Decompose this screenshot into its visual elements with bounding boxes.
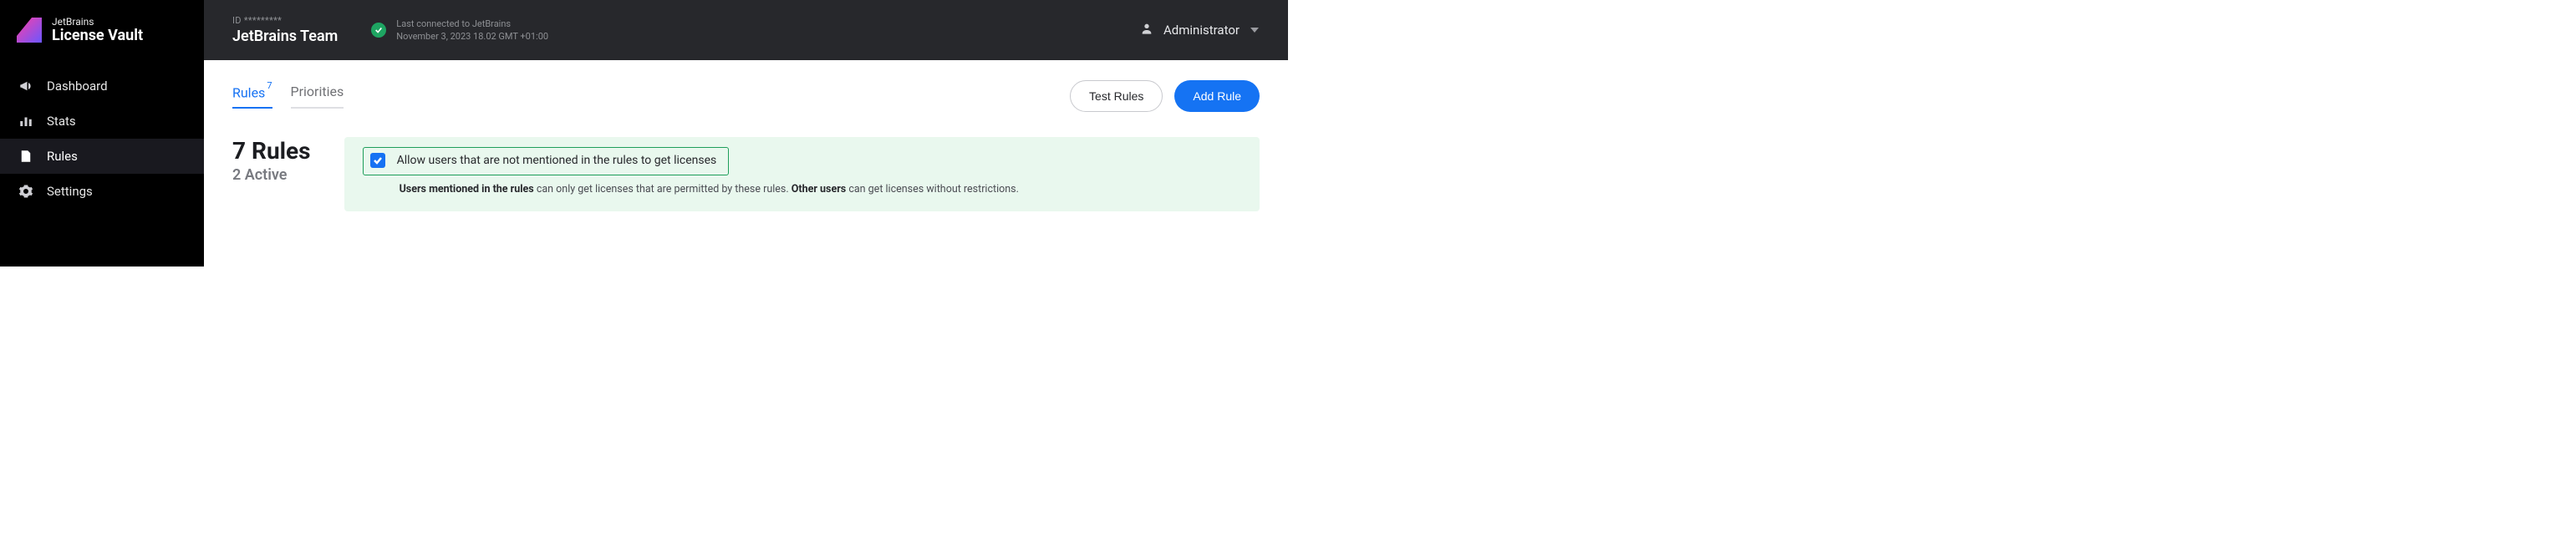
id-label: ID — [232, 15, 242, 26]
connection-status-text: Last connected to JetBrains November 3, … — [396, 18, 548, 43]
desc-end: can get licenses without restrictions. — [846, 183, 1019, 195]
sidebar-item-stats[interactable]: Stats — [0, 104, 204, 139]
header-bar: ID ********* JetBrains Team Last connect… — [204, 0, 1288, 60]
desc-bold1: Users mentioned in the rules — [400, 183, 534, 195]
id-value: ********* — [244, 15, 282, 26]
page-title: 7 Rules — [232, 137, 311, 165]
sidebar-item-dashboard[interactable]: Dashboard — [0, 69, 204, 104]
heading-block: 7 Rules 2 Active — [232, 137, 311, 184]
heading-row: 7 Rules 2 Active Allow users that are no… — [232, 137, 1260, 211]
check-circle-icon — [371, 23, 386, 38]
team-id: ID ********* — [232, 15, 338, 26]
tabs-row: Rules7 Priorities Test Rules Add Rule — [232, 80, 1260, 112]
sidebar-item-settings[interactable]: Settings — [0, 174, 204, 209]
action-buttons: Test Rules Add Rule — [1070, 80, 1260, 112]
notice-panel: Allow users that are not mentioned in th… — [344, 137, 1260, 211]
sidebar-item-rules[interactable]: Rules — [0, 139, 204, 174]
sidebar: JetBrains License Vault Dashboard Stats … — [0, 0, 204, 266]
user-menu[interactable]: Administrator — [1140, 22, 1260, 38]
logo-mark-icon — [17, 18, 42, 43]
page-subtitle: 2 Active — [232, 166, 311, 184]
logo: JetBrains License Vault — [0, 0, 204, 60]
add-rule-button[interactable]: Add Rule — [1174, 80, 1260, 112]
document-icon — [18, 149, 33, 164]
tab-count: 7 — [267, 80, 272, 91]
sidebar-item-label: Settings — [47, 184, 93, 199]
connection-status: Last connected to JetBrains November 3, … — [371, 18, 548, 43]
bar-chart-icon — [18, 114, 33, 129]
content: Rules7 Priorities Test Rules Add Rule 7 … — [204, 60, 1288, 266]
tabs: Rules7 Priorities — [232, 84, 344, 109]
tab-rules[interactable]: Rules7 — [232, 84, 272, 109]
team-name: JetBrains Team — [232, 28, 338, 45]
gear-icon — [18, 184, 33, 199]
sidebar-item-label: Dashboard — [47, 79, 108, 94]
logo-text: JetBrains License Vault — [52, 17, 143, 44]
team-block: ID ********* JetBrains Team — [232, 15, 338, 45]
chevron-down-icon — [1250, 23, 1260, 38]
desc-bold2: Other users — [792, 183, 846, 195]
brand-name: JetBrains — [52, 17, 143, 28]
tab-label: Rules — [232, 84, 265, 100]
allow-unmentioned-option[interactable]: Allow users that are not mentioned in th… — [363, 147, 730, 175]
user-icon — [1140, 22, 1153, 38]
product-name: License Vault — [52, 28, 143, 44]
main: ID ********* JetBrains Team Last connect… — [204, 0, 1288, 266]
sidebar-item-label: Rules — [47, 149, 78, 164]
sidebar-nav: Dashboard Stats Rules Settings — [0, 60, 204, 209]
notice-top: Allow users that are not mentioned in th… — [363, 147, 1241, 175]
checkbox-checked-icon[interactable] — [370, 153, 385, 168]
user-name: Administrator — [1163, 23, 1240, 38]
checkbox-label: Allow users that are not mentioned in th… — [397, 154, 717, 167]
tab-label: Priorities — [291, 84, 344, 99]
desc-mid: can only get licenses that are permitted… — [534, 183, 792, 195]
status-line2: November 3, 2023 18.02 GMT +01:00 — [396, 30, 548, 43]
tab-priorities[interactable]: Priorities — [291, 84, 344, 109]
notice-description: Users mentioned in the rules can only ge… — [363, 182, 1241, 198]
megaphone-icon — [18, 79, 33, 94]
status-line1: Last connected to JetBrains — [396, 18, 548, 30]
test-rules-button[interactable]: Test Rules — [1070, 80, 1163, 112]
sidebar-item-label: Stats — [47, 114, 76, 129]
